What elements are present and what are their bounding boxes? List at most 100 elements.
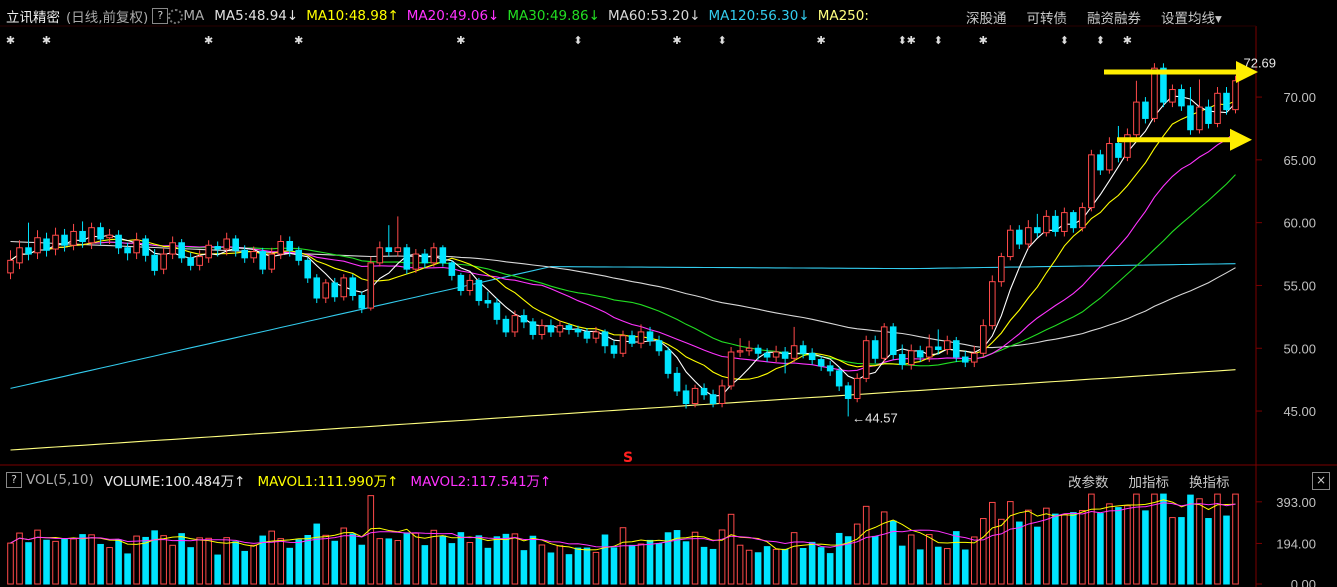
candle-down xyxy=(952,340,960,358)
candle-down xyxy=(502,318,510,333)
volume-legend-item[interactable]: MAVOL2:117.541万↑ xyxy=(410,470,551,490)
volume-bar-down xyxy=(448,543,456,585)
volume-bar-up xyxy=(989,501,996,585)
volume-bar-down xyxy=(358,544,366,585)
candle-down xyxy=(403,247,411,270)
candle-down xyxy=(547,325,555,333)
candle-up xyxy=(907,350,915,366)
candle-down xyxy=(520,315,528,323)
volume-bar-up xyxy=(1088,493,1095,585)
volume-bar-up xyxy=(1232,493,1239,585)
volume-bar-up xyxy=(160,535,167,585)
volume-bar-down xyxy=(313,523,321,585)
menu-item[interactable]: 深股通 xyxy=(966,7,1007,27)
volume-bar-down xyxy=(799,547,807,585)
volume-bar-up xyxy=(619,527,627,585)
volume-bar-up xyxy=(88,534,95,585)
volume-bar-up xyxy=(106,547,113,585)
period-label[interactable]: (日线,前复权) xyxy=(66,6,148,26)
volume-bar-down xyxy=(502,533,510,585)
volume-menu-item[interactable]: 改参数 xyxy=(1068,471,1109,491)
candle-up xyxy=(691,387,699,405)
candle-down xyxy=(781,351,789,359)
help-icon[interactable]: ? xyxy=(6,472,22,488)
volume-bar-down xyxy=(646,539,654,585)
indicator-name[interactable]: MA xyxy=(183,8,204,24)
volume-bar-up xyxy=(430,529,438,585)
volume-menu: 改参数 加指标 换指标 xyxy=(1068,471,1230,491)
ma-legend-item[interactable]: MA20:49.06↓ xyxy=(407,8,500,24)
volume-bar-up xyxy=(322,534,330,585)
volume-legend-item[interactable]: VOLUME:100.484万↑ xyxy=(104,470,246,490)
volume-bar-up xyxy=(223,537,230,585)
candle-up xyxy=(430,247,438,264)
price-tick-label: 55.00 xyxy=(1283,278,1316,293)
candlestick-chart[interactable]: 45.0050.0055.0060.0065.0070.00✱ ✱ ✱ ✱ ✱ ⬍ ✱ ⬍ ✱ ⬍… xyxy=(0,0,1337,587)
signal-marker: ⬍ xyxy=(717,34,726,47)
candle-down xyxy=(115,234,122,249)
volume-bar-down xyxy=(871,535,879,585)
volume-menu-item[interactable]: 加指标 xyxy=(1129,471,1170,491)
ma-legend-item[interactable]: MA120:56.30↓ xyxy=(709,8,810,24)
candle-down xyxy=(1016,229,1023,245)
volume-bar-down xyxy=(655,543,663,585)
ma-legend-item[interactable]: MA60:53.20↓ xyxy=(608,8,701,24)
menu-item[interactable]: 设置均线▾ xyxy=(1161,7,1222,27)
price-tick-label: 45.00 xyxy=(1283,404,1316,419)
ma-legend-item[interactable]: MA250: xyxy=(818,8,869,24)
volume-bar-down xyxy=(826,553,834,585)
signal-marker: ✱ xyxy=(1123,34,1132,47)
volume-bar-down xyxy=(241,550,248,585)
volume-bar-down xyxy=(151,530,158,585)
gear-icon[interactable] xyxy=(168,8,184,24)
ma-legend-item[interactable]: MA30:49.86↓ xyxy=(507,8,600,24)
volume-bar-down xyxy=(781,548,789,585)
candle-up xyxy=(538,325,546,335)
volume-bar-down xyxy=(700,546,708,585)
volume-bar-up xyxy=(691,531,699,585)
candle-up xyxy=(322,282,330,299)
volume-bar-down xyxy=(1178,517,1185,585)
candle-up xyxy=(979,325,987,354)
candle-down xyxy=(934,346,942,351)
candle-down xyxy=(304,259,312,279)
volume-bar-up xyxy=(412,532,420,585)
volume-bar-down xyxy=(574,547,582,585)
candle-down xyxy=(1034,227,1041,234)
low-price-label: ←44.57 xyxy=(852,410,898,425)
candle-down xyxy=(628,335,636,344)
candle-down xyxy=(43,238,50,251)
volume-indicator-name[interactable]: VOL(5,10) xyxy=(26,472,94,488)
volume-bar-up xyxy=(1196,498,1203,585)
volume-tick-label: 194.00 xyxy=(1276,536,1316,551)
price-tick-label: 50.00 xyxy=(1283,341,1316,356)
volume-bar-down xyxy=(601,534,609,585)
volume-bar-up xyxy=(637,543,645,585)
volume-bar-down xyxy=(79,534,86,585)
volume-bar-down xyxy=(1187,494,1194,585)
ma-legend-item[interactable]: MA5:48.94↓ xyxy=(214,8,298,24)
candle-up xyxy=(7,259,14,274)
stock-name[interactable]: 立讯精密 xyxy=(6,6,60,26)
volume-bar-down xyxy=(1142,510,1149,585)
menu-item[interactable]: 融资融券 xyxy=(1087,7,1141,27)
candle-down xyxy=(655,340,663,352)
close-icon[interactable]: × xyxy=(1312,472,1330,490)
volume-bar-up xyxy=(853,523,861,585)
volume-bar-up xyxy=(538,544,546,585)
candle-down xyxy=(673,372,681,392)
candle-up xyxy=(1196,106,1203,131)
candle-down xyxy=(574,328,582,333)
help-icon[interactable]: ? xyxy=(152,8,169,24)
volume-menu-item[interactable]: 换指标 xyxy=(1189,471,1230,491)
volume-legend-item[interactable]: MAVOL1:111.990万↑ xyxy=(257,470,398,490)
ma-legend-item[interactable]: MA10:48.98↑ xyxy=(306,8,399,24)
candle-up xyxy=(736,350,744,353)
volume-bar-down xyxy=(97,543,104,585)
candle-up xyxy=(989,281,996,327)
menu-item[interactable]: 可转债 xyxy=(1027,7,1068,27)
signal-marker: ✱ xyxy=(204,34,213,47)
volume-bar-down xyxy=(1034,526,1041,585)
volume-bar-up xyxy=(268,530,276,585)
candle-up xyxy=(1025,227,1032,245)
